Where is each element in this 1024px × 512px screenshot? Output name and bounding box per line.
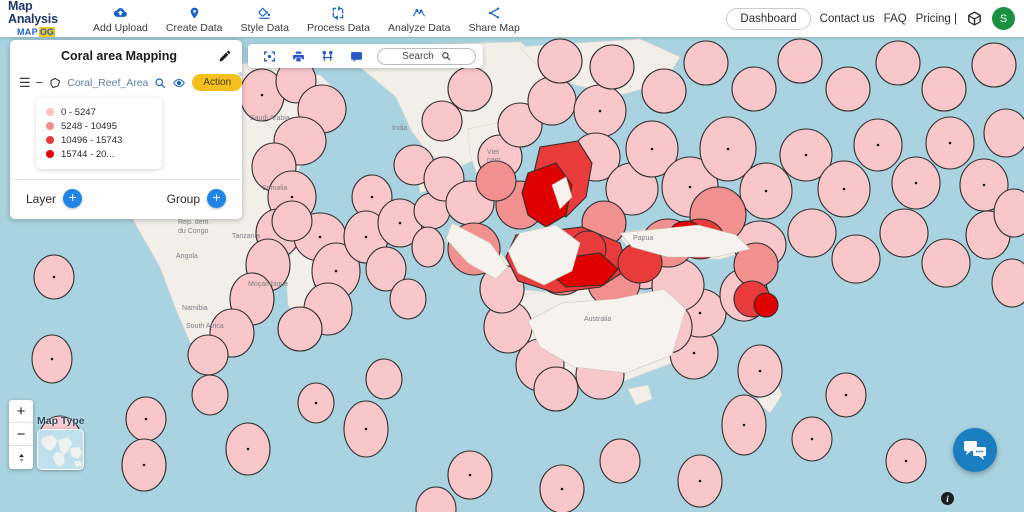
- legend-range: 0 - 5247: [61, 106, 96, 118]
- app-header: Map Analysis MAP OG Add Upload Create Dat…: [0, 0, 1024, 37]
- legend-range: 5248 - 10495: [61, 120, 117, 132]
- legend-item: 0 - 5247: [46, 105, 152, 119]
- minus-icon[interactable]: −: [36, 76, 44, 89]
- header-right: Dashboard Contact us FAQ Pricing | S: [726, 7, 1024, 30]
- brand-subtitle: MAP OG: [8, 27, 78, 37]
- eye-icon[interactable]: [172, 77, 186, 89]
- nav-label: Process Data: [306, 22, 370, 34]
- page-title: Coral area Mapping: [61, 49, 177, 63]
- fullscreen-focus-icon[interactable]: [255, 50, 284, 63]
- avatar[interactable]: S: [992, 7, 1015, 30]
- nav-item-analyze-data[interactable]: Analyze Data: [379, 3, 459, 34]
- legend: 0 - 5247 5248 - 10495 10496 - 15743 1574…: [36, 98, 162, 169]
- search-icon[interactable]: [154, 77, 166, 89]
- share-nodes-icon: [487, 5, 501, 20]
- measure-icon[interactable]: [313, 50, 342, 63]
- compass-reset-icon[interactable]: [9, 446, 33, 469]
- legend-range: 10496 - 15743: [61, 134, 123, 146]
- map-pin-icon: [188, 5, 201, 20]
- nav-label: Add Upload: [93, 22, 148, 34]
- analytics-line-icon: [411, 5, 427, 20]
- legend-item: 10496 - 15743: [46, 133, 152, 147]
- faq-link[interactable]: FAQ: [884, 13, 907, 25]
- legend-color-swatch: [46, 136, 54, 144]
- legend-color-swatch: [46, 108, 54, 116]
- panel-footer: Layer + Group +: [10, 180, 242, 219]
- nav-item-add-upload[interactable]: Add Upload: [84, 3, 157, 34]
- add-group-group[interactable]: Group +: [167, 189, 226, 208]
- legend-range: 15744 - 20...: [61, 148, 115, 160]
- info-button[interactable]: i: [941, 492, 954, 505]
- group-label: Group: [166, 191, 200, 206]
- printer-icon[interactable]: [284, 50, 313, 63]
- legend-item: 5248 - 10495: [46, 119, 152, 133]
- layer-label: Layer: [26, 191, 57, 206]
- action-button[interactable]: Action: [192, 72, 244, 91]
- zoom-controls: + −: [9, 400, 33, 469]
- drag-handle-icon[interactable]: ☰: [19, 76, 31, 89]
- pricing-link[interactable]: Pricing |: [916, 13, 957, 25]
- panel-header: Coral area Mapping: [10, 40, 242, 71]
- add-layer-button[interactable]: +: [63, 189, 83, 208]
- main-nav: Add Upload Create Data Style Data Proces…: [84, 3, 529, 34]
- nav-item-share-map[interactable]: Share Map: [459, 3, 528, 34]
- layers-panel: Coral area Mapping ☰ − Coral_Reef_Area A…: [10, 40, 244, 219]
- zoom-in-button[interactable]: +: [9, 400, 33, 423]
- map-toolbar: Search: [248, 44, 483, 68]
- nav-item-process-data[interactable]: Process Data: [298, 3, 379, 34]
- nav-label: Share Map: [468, 22, 520, 34]
- nav-item-style-data[interactable]: Style Data: [232, 3, 298, 34]
- map-type-label: Map Type: [37, 415, 85, 427]
- legend-item: 15744 - 20...: [46, 147, 152, 161]
- search-placeholder: Search: [402, 50, 434, 62]
- comment-icon[interactable]: [342, 50, 371, 63]
- brand-sub-accent: OG: [38, 27, 55, 37]
- process-transform-icon: [331, 5, 345, 20]
- polygon-layer-icon[interactable]: [49, 77, 61, 89]
- chat-support-icon[interactable]: [953, 428, 997, 472]
- cloud-upload-icon: [113, 5, 128, 20]
- layer-name[interactable]: Coral_Reef_Area: [67, 77, 148, 89]
- add-group-button[interactable]: +: [207, 189, 226, 208]
- brand-title: Map Analysis: [8, 0, 58, 26]
- nav-label: Analyze Data: [387, 22, 451, 34]
- contact-us-link[interactable]: Contact us: [820, 13, 875, 25]
- paint-bucket-icon: [257, 5, 272, 20]
- layer-row[interactable]: ☰ − Coral_Reef_Area Action: [10, 71, 244, 96]
- map-type-control[interactable]: Map Type: [37, 415, 85, 470]
- zoom-out-button[interactable]: −: [9, 423, 33, 446]
- nav-label: Style Data: [240, 22, 289, 34]
- action-label: Action: [203, 77, 232, 88]
- dashboard-button[interactable]: Dashboard: [726, 7, 811, 30]
- add-layer-group[interactable]: Layer +: [26, 189, 83, 208]
- world-map-thumbnail[interactable]: [37, 429, 84, 470]
- nav-label: Create Data: [165, 22, 223, 34]
- nav-item-create-data[interactable]: Create Data: [157, 3, 232, 34]
- brand-sub-main: MAP: [17, 27, 38, 37]
- brand-logo[interactable]: Map Analysis MAP OG: [0, 0, 78, 37]
- pencil-icon[interactable]: [218, 49, 232, 63]
- search-input[interactable]: Search: [377, 47, 476, 65]
- legend-color-swatch: [46, 150, 54, 158]
- search-icon: [441, 52, 451, 61]
- legend-color-swatch: [46, 122, 54, 130]
- cube-icon[interactable]: [966, 10, 983, 27]
